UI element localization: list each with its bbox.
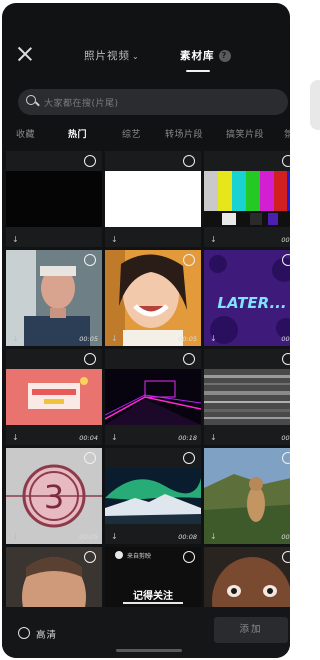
hd-label: 高清 <box>36 630 58 641</box>
hd-radio[interactable] <box>18 627 30 639</box>
home-indicator <box>116 649 182 652</box>
download-icon[interactable]: ↓ <box>12 235 19 244</box>
tile-duration: 00:04 <box>79 434 98 442</box>
tile-thumbnail <box>105 468 201 524</box>
tile-duration: 00:0 <box>281 434 290 442</box>
select-circle-icon[interactable] <box>282 155 290 167</box>
tile-duration: 00:0 <box>281 236 290 244</box>
download-icon[interactable]: ↓ <box>12 532 19 541</box>
subscribe-text: 记得关注 <box>133 589 173 602</box>
category-tab[interactable]: 转场片段 <box>165 127 203 140</box>
material-tile[interactable]: 记得关注来自剪映↓ <box>105 547 201 607</box>
tile-duration: 00:0 <box>281 335 290 343</box>
tab-photos-videos[interactable]: 照片视频 ⌄ <box>84 48 140 63</box>
material-tile[interactable]: ↓ 00:18 <box>105 349 201 445</box>
phone-screen: 照片视频 ⌄ 素材库? 大家都在搜(片尾) 收藏 热门 综艺 转场片段 搞笑片段氛 ↓ ↓ ↓… <box>2 3 290 658</box>
tile-duration: 00:05 <box>178 335 197 343</box>
category-tab[interactable]: 热门 <box>68 127 87 140</box>
later-overlay-text: LATER... <box>217 294 286 312</box>
download-icon[interactable]: ↓ <box>111 334 118 343</box>
subscribe-badge: 来自剪映 <box>127 552 151 560</box>
tile-thumbnail: LATER... <box>204 250 290 346</box>
select-circle-icon[interactable] <box>183 452 195 464</box>
tile-duration: 00:0 <box>281 533 290 541</box>
tile-thumbnail <box>204 448 290 544</box>
category-tabs: 收藏 热门 综艺 转场片段 搞笑片段 氛 <box>2 121 290 145</box>
select-circle-icon[interactable] <box>183 353 195 365</box>
material-tile[interactable]: ↓ 00:0 <box>204 349 290 445</box>
countdown-number: 3 <box>44 478 64 516</box>
select-circle-icon[interactable] <box>282 254 290 266</box>
category-tab[interactable]: 收藏 <box>16 127 35 140</box>
header: 照片视频 ⌄ 素材库? <box>2 3 290 83</box>
tile-thumbnail <box>105 369 201 425</box>
download-icon[interactable]: ↓ <box>210 235 217 244</box>
category-tab[interactable]: 搞笑片段 <box>226 127 264 140</box>
tile-duration: 00:05 <box>79 533 98 541</box>
download-icon[interactable]: ↓ <box>210 433 217 442</box>
select-circle-icon[interactable] <box>183 551 195 563</box>
category-tab[interactable]: 氛 <box>284 127 290 140</box>
download-icon[interactable]: ↓ <box>210 532 217 541</box>
tab-material-library[interactable]: 素材库? <box>180 48 231 63</box>
tile-duration: 00:18 <box>178 434 197 442</box>
material-tile[interactable]: LATER... ↓ 00:0 <box>204 250 290 346</box>
material-tile[interactable]: ↓ <box>204 547 290 607</box>
tile-duration: 00:05 <box>79 335 98 343</box>
material-tile[interactable]: ↓ <box>6 151 102 247</box>
help-icon[interactable]: ? <box>218 50 231 62</box>
download-icon[interactable]: ↓ <box>12 334 19 343</box>
tile-thumbnail <box>204 171 290 227</box>
download-icon[interactable]: ↓ <box>111 532 118 541</box>
material-tile[interactable]: ↓ <box>105 151 201 247</box>
tile-thumbnail <box>204 369 290 425</box>
tile-thumbnail <box>6 369 102 425</box>
tile-thumbnail <box>204 547 290 607</box>
select-circle-icon[interactable] <box>282 551 290 563</box>
material-tile[interactable]: ↓ 00:08 <box>105 448 201 544</box>
select-circle-icon[interactable] <box>282 353 290 365</box>
download-icon[interactable]: ↓ <box>111 433 118 442</box>
add-button[interactable]: 添加 <box>214 617 288 643</box>
search-bar[interactable]: 大家都在搜(片尾) <box>18 89 288 115</box>
select-circle-icon[interactable] <box>84 353 96 365</box>
select-circle-icon[interactable] <box>84 254 96 266</box>
search-icon <box>26 95 38 107</box>
active-tab-indicator <box>186 70 210 72</box>
tile-duration: 00:08 <box>178 533 197 541</box>
tab-photos-label: 照片视频 <box>84 50 130 62</box>
material-tile[interactable]: ↓ 00:05 <box>105 250 201 346</box>
download-icon[interactable]: ↓ <box>210 334 217 343</box>
material-tile[interactable]: ↓ <box>6 547 102 607</box>
tile-thumbnail <box>6 171 102 227</box>
tile-thumbnail <box>105 171 201 227</box>
select-circle-icon[interactable] <box>84 452 96 464</box>
material-tile[interactable]: ↓ 00:05 <box>6 250 102 346</box>
close-icon[interactable] <box>16 45 34 63</box>
material-tile[interactable]: ↓ 00:0 <box>204 151 290 247</box>
select-circle-icon[interactable] <box>183 254 195 266</box>
chevron-down-icon: ⌄ <box>132 52 140 61</box>
side-handle[interactable] <box>310 80 320 130</box>
select-circle-icon[interactable] <box>84 155 96 167</box>
material-tile[interactable]: 3 ↓ 00:05 <box>6 448 102 544</box>
select-circle-icon[interactable] <box>282 452 290 464</box>
select-circle-icon[interactable] <box>84 551 96 563</box>
category-tab[interactable]: 综艺 <box>122 127 141 140</box>
search-placeholder: 大家都在搜(片尾) <box>44 99 119 109</box>
material-grid: ↓ ↓ ↓ 00:0 ↓ 00:05 ↓ 00:05 LATER... ↓ 00:0 ↓ 00:04 ↓ 0… <box>6 151 290 607</box>
download-icon[interactable]: ↓ <box>12 433 19 442</box>
tab-library-label: 素材库 <box>180 50 215 62</box>
download-icon[interactable]: ↓ <box>111 235 118 244</box>
material-tile[interactable]: ↓ 00:0 <box>204 448 290 544</box>
select-circle-icon[interactable] <box>183 155 195 167</box>
material-tile[interactable]: ↓ 00:04 <box>6 349 102 445</box>
